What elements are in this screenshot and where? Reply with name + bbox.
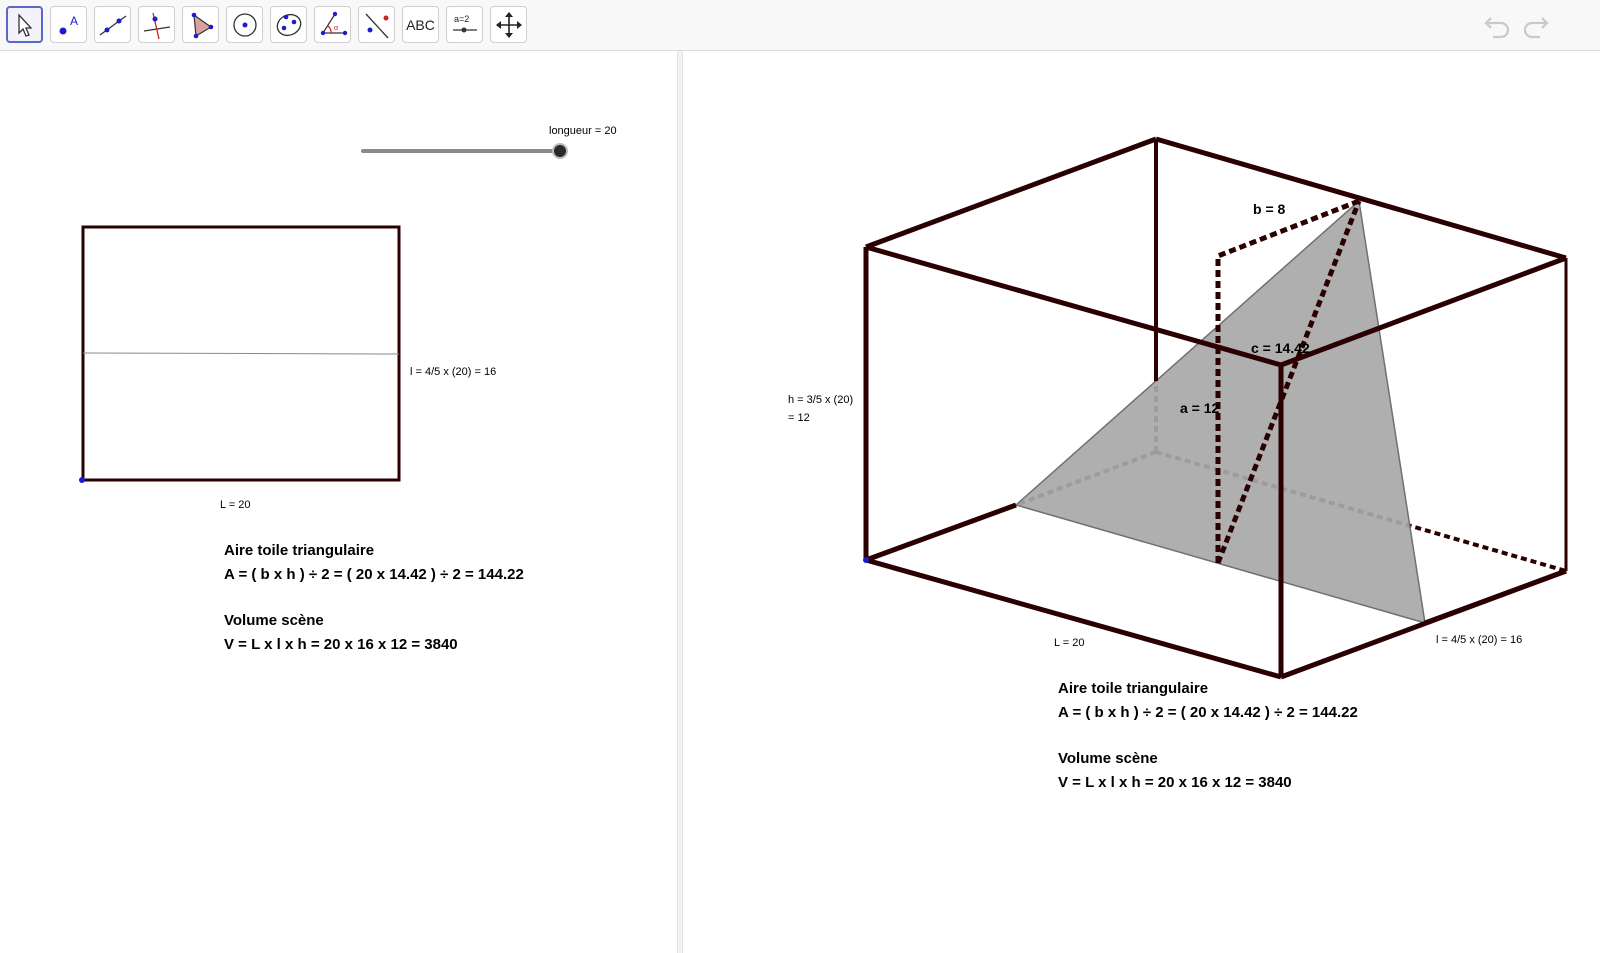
undo-icon [1484,17,1510,39]
height-label-line2: = 12 [788,412,810,424]
angle-tool[interactable]: α [314,6,351,43]
edge-bottom-left-visible[interactable] [865,502,1017,563]
area-formula: A = ( b x h ) ÷ 2 = ( 20 x 14.42 ) ÷ 2 =… [224,566,524,583]
point-icon: A [59,14,78,34]
move-view-tool[interactable] [490,6,527,43]
edge-top-left-back[interactable] [865,136,1157,250]
a-label: a = 12 [1180,400,1220,416]
perpendicular-tool[interactable] [138,6,175,43]
cursor-arrow-icon [17,12,32,37]
slider-icon: a=2 [452,14,477,32]
volume-formula-3d: V = L x l x h = 20 x 16 x 12 = 3840 [1058,774,1292,791]
ellipse-tool[interactable] [270,6,307,43]
text-icon: ABC [406,16,435,33]
line-tool[interactable] [94,6,131,43]
perpendicular-icon [143,12,170,39]
text-tool[interactable]: ABC [402,6,439,43]
b-label: b = 8 [1253,201,1286,217]
slider-label: longueur = 20 [549,125,617,137]
point-tool[interactable]: A [50,6,87,43]
length-label: L = 20 [220,499,251,511]
graphics-2d-canvas [79,143,568,483]
volume-formula: V = L x l x h = 20 x 16 x 12 = 3840 [224,636,458,653]
svg-text:a=2: a=2 [454,14,469,24]
slider-tool[interactable]: a=2 [446,6,483,43]
circle-tool[interactable] [226,6,263,43]
base-point[interactable] [79,477,85,483]
graphics-view-2d[interactable]: longueur = 20 l = 4/5 x (20) = 16 L = 20… [0,51,677,953]
toolbar: A α ABC a=2 [0,0,1600,51]
svg-text:α: α [334,25,338,32]
polygon-tool[interactable] [182,6,219,43]
polygon-icon [191,12,213,38]
move-tool[interactable] [6,6,43,43]
area-formula-3d: A = ( b x h ) ÷ 2 = ( 20 x 14.42 ) ÷ 2 =… [1058,704,1358,721]
c-label: c = 14.42 [1251,340,1310,356]
redo-icon [1523,17,1549,39]
length-label-3d: L = 20 [1054,637,1085,649]
redo-button[interactable] [1520,12,1550,40]
graphics-view-3d[interactable]: h = 3/5 x (20) = 12 b = 8 c = 14.42 a = … [683,51,1600,953]
svg-text:A: A [70,14,78,28]
undo-button[interactable] [1483,12,1513,40]
slider-handle[interactable] [552,143,568,159]
width-label-3d: l = 4/5 x (20) = 16 [1436,634,1523,646]
reflect-icon [365,13,388,38]
area-title: Aire toile triangulaire [224,542,375,559]
circle-icon [232,12,257,37]
ellipse-icon [276,13,301,36]
angle-icon: α [320,11,347,35]
edge-bottom-right-visible[interactable] [1424,568,1567,626]
rectangle-midline[interactable] [82,352,400,355]
graphics-3d-canvas [863,136,1568,680]
volume-title-3d: Volume scène [1058,750,1158,767]
height-label-line1: h = 3/5 x (20) [788,394,854,406]
width-label: l = 4/5 x (20) = 16 [410,366,497,378]
volume-title: Volume scène [224,612,324,629]
line-icon [99,14,126,36]
reflect-tool[interactable] [358,6,395,43]
move-graphics-view-icon [495,11,522,38]
origin-point-3d[interactable] [863,557,869,563]
area-title-3d: Aire toile triangulaire [1058,680,1209,697]
edge-bottom-front-left[interactable] [865,557,1282,680]
